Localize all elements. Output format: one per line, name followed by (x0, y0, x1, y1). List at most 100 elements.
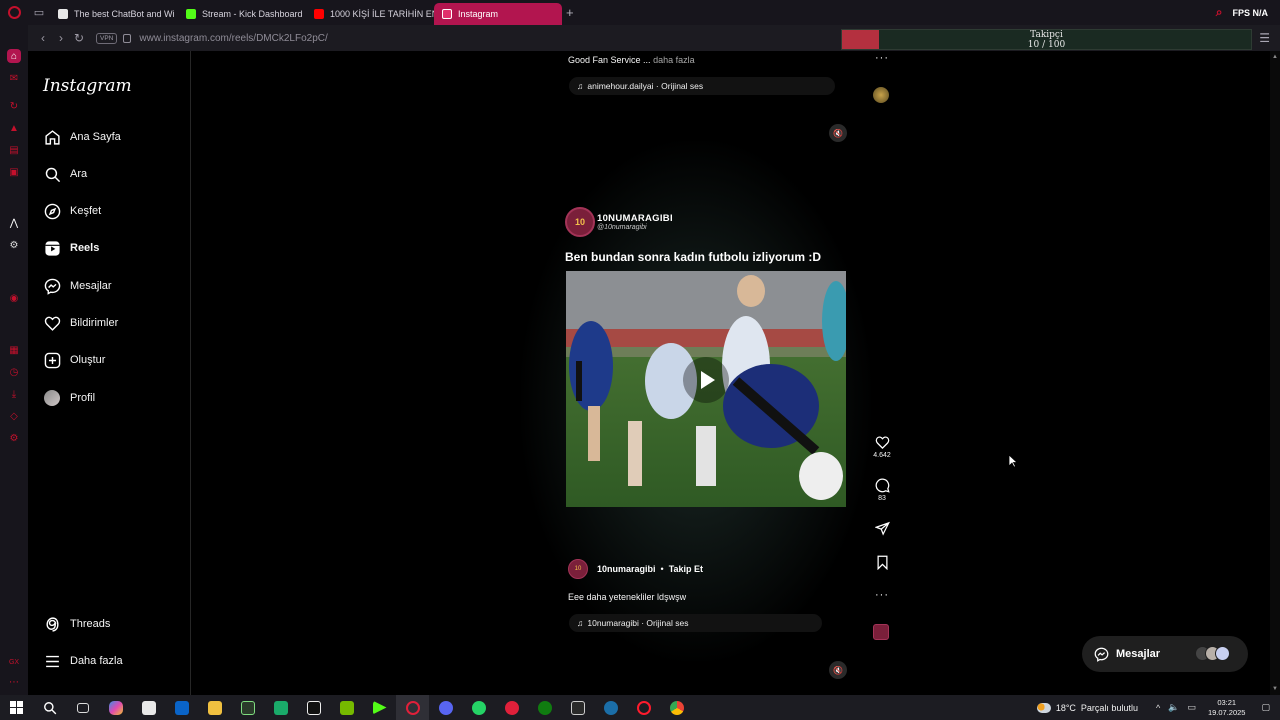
author-username[interactable]: 10numaragibi (597, 564, 656, 574)
whatsapp-icon[interactable] (462, 695, 495, 720)
app-arrow-icon[interactable] (363, 695, 396, 720)
app-p-icon[interactable] (231, 695, 264, 720)
overlay-account-name: 10NUMARAGIBI (597, 213, 673, 224)
reel-video[interactable] (566, 271, 846, 507)
play-icon (701, 371, 715, 389)
scroll-up-icon[interactable]: ▲ (1272, 54, 1278, 60)
like-button[interactable]: 4.642 (869, 435, 895, 459)
lock-icon[interactable] (123, 33, 132, 43)
nav-explore[interactable]: Keşfet (43, 200, 101, 222)
comment-button[interactable]: 83 (869, 478, 895, 502)
outlook-icon[interactable] (165, 695, 198, 720)
tab-instagram[interactable]: Instagram (434, 2, 562, 25)
youtube-favicon-icon (314, 8, 324, 19)
nav-notifications[interactable]: Bildirimler (43, 312, 118, 334)
forward-icon[interactable]: › (52, 31, 70, 45)
page-scrollbar[interactable]: ▲ ▼ (1270, 51, 1280, 695)
mail-icon[interactable]: ✉ (7, 71, 21, 85)
discord-icon[interactable] (429, 695, 462, 720)
more-sidebar-icon[interactable]: ⋯ (7, 675, 21, 689)
download-icon[interactable]: ⤓ (7, 387, 21, 401)
apps-icon[interactable]: ▦ (7, 343, 21, 357)
notifications-icon[interactable]: ▢ (1261, 702, 1270, 713)
messages-button[interactable]: Mesajlar (1082, 636, 1248, 672)
nav-search[interactable]: Ara (43, 163, 87, 185)
save-button[interactable] (869, 555, 895, 572)
aria-icon[interactable]: ⋀ (7, 216, 21, 230)
gx-icon[interactable]: GX (7, 655, 21, 669)
comment-icon (875, 478, 890, 493)
reel-options-icon[interactable]: ··· (875, 589, 889, 601)
tab-youtube[interactable]: 1000 KİŞİ İLE TARİHİN EN (306, 3, 434, 25)
volume-icon[interactable]: 🔈 (1168, 702, 1179, 713)
settings-icon[interactable]: ⚙ (7, 431, 21, 445)
home-icon[interactable]: ⌂ (7, 49, 21, 63)
nav-profile[interactable]: Profil (43, 387, 95, 409)
capcut-icon[interactable] (297, 695, 330, 720)
chevron-up-icon[interactable]: ^ (1156, 703, 1160, 713)
copilot-icon[interactable] (99, 695, 132, 720)
reel-audio[interactable]: ♫ 10numaragibi · Orijinal ses (569, 614, 822, 632)
play-button[interactable] (683, 357, 729, 403)
author-avatar[interactable]: 10 (568, 559, 588, 579)
wallet-icon[interactable]: ▤ (7, 143, 21, 157)
prev-reel-audio[interactable]: ♫ animehour.dailyai · Orijinal ses (569, 77, 835, 95)
weather-widget[interactable]: 18°C Parçalı bulutlu (1036, 702, 1138, 713)
pin-icon[interactable]: ◇ (7, 409, 21, 423)
more-link[interactable]: daha fazla (653, 55, 695, 65)
tab-kick[interactable]: Stream - Kick Dashboard (178, 3, 306, 25)
scroll-down-icon[interactable]: ▼ (1272, 686, 1278, 692)
history-icon[interactable]: ↻ (7, 99, 21, 113)
clock-icon[interactable]: ◷ (7, 365, 21, 379)
mute-icon[interactable]: 🔇 (829, 661, 847, 679)
player-icon[interactable]: ◉ (7, 291, 21, 305)
app-green-icon[interactable] (264, 695, 297, 720)
nvidia-icon[interactable] (330, 695, 363, 720)
store-icon[interactable] (132, 695, 165, 720)
prev-reel-options-icon[interactable]: ··· (875, 52, 889, 64)
opera-logo-icon[interactable] (0, 0, 28, 25)
nav-threads[interactable]: Threads (43, 613, 110, 635)
steam-icon[interactable] (594, 695, 627, 720)
chrome-icon[interactable] (660, 695, 693, 720)
search-icon[interactable] (33, 695, 66, 720)
share-button[interactable] (869, 521, 895, 538)
follow-button[interactable]: Takip Et (669, 564, 703, 574)
tab-chatbot[interactable]: The best ChatBot and Wi (50, 3, 178, 25)
nav-create[interactable]: Oluştur (43, 349, 105, 371)
network-icon[interactable]: ▭ (1187, 702, 1196, 713)
search-tabs-icon[interactable]: ⌕ (1216, 5, 1223, 20)
separator-dot: • (660, 564, 664, 574)
extension-icon[interactable]: ▲ (7, 121, 21, 135)
prev-audio-thumbnail[interactable] (873, 87, 889, 103)
nav-messages[interactable]: Mesajlar (43, 275, 112, 297)
new-tab-button[interactable]: + (566, 5, 574, 20)
reload-icon[interactable]: ↻ (70, 31, 88, 45)
app-red-icon[interactable] (495, 695, 528, 720)
audio-thumbnail[interactable] (873, 624, 889, 640)
nav-more[interactable]: Daha fazla (43, 650, 123, 672)
opera-icon[interactable] (627, 695, 660, 720)
fps-counter: FPS N/A (1232, 7, 1268, 18)
windows-start-icon[interactable] (0, 695, 33, 720)
prev-reel-caption: Good Fan Service ... daha fazla (568, 55, 695, 65)
browser-tab-bar: ▭ The best ChatBot and Wi Stream - Kick … (0, 0, 1280, 25)
tab-menu-icon[interactable]: ▭ (28, 0, 50, 25)
instagram-logo[interactable]: Instagram (43, 76, 132, 96)
media-icon[interactable]: ▣ (7, 165, 21, 179)
nav-reels[interactable]: Reels (43, 237, 99, 259)
back-icon[interactable]: ‹ (34, 31, 52, 45)
clock[interactable]: 03:21 19.07.2025 (1208, 698, 1246, 718)
opera-gx-icon[interactable] (396, 695, 429, 720)
chatbot-favicon-icon (58, 8, 68, 19)
chatgpt-icon[interactable]: ⚙ (7, 238, 21, 252)
vpn-badge[interactable]: VPN (96, 32, 118, 44)
file-explorer-icon[interactable] (198, 695, 231, 720)
easy-setup-icon[interactable]: ☰ (1259, 31, 1270, 45)
url-field[interactable]: www.instagram.com/reels/DMCk2LFo2pC/ (139, 33, 327, 44)
task-view-icon[interactable] (66, 695, 99, 720)
xbox-icon[interactable] (528, 695, 561, 720)
mute-icon[interactable]: 🔇 (829, 124, 847, 142)
epic-games-icon[interactable] (561, 695, 594, 720)
nav-home[interactable]: Ana Sayfa (43, 126, 121, 148)
